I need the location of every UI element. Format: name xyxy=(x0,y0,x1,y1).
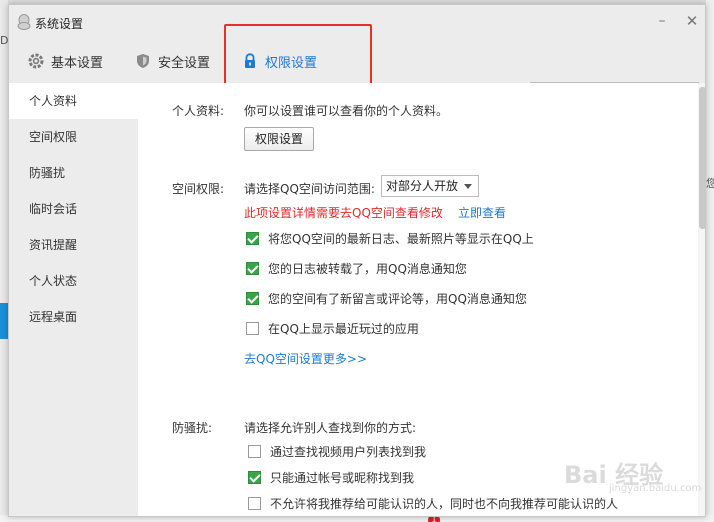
anti-harass-option-row-1[interactable]: 通过查找视频用户列表找到我 xyxy=(248,443,426,460)
shield-icon xyxy=(137,54,149,68)
space-access-prompt: 请选择QQ空间访问范围: xyxy=(244,182,375,196)
content-scrollbar-thumb[interactable] xyxy=(699,87,705,229)
content-scrollbar[interactable] xyxy=(698,83,705,516)
profile-description: 你可以设置谁可以查看你的个人资料。 xyxy=(244,104,449,118)
anti-harass-section-label: 防骚扰: xyxy=(172,421,213,435)
lock-icon xyxy=(245,53,255,68)
space-option-label-2: 您的日志被转载了，用QQ消息通知您 xyxy=(268,262,467,276)
sidebar-item-anti-harassment[interactable]: 防骚扰 xyxy=(9,155,138,191)
space-option-checkbox-3[interactable] xyxy=(246,292,259,305)
qq-penguin-icon xyxy=(17,14,31,30)
sidebar-item-space-permission[interactable]: 空间权限 xyxy=(9,119,138,155)
tab-basic-settings[interactable]: 基本设置 xyxy=(27,39,103,83)
window-title: 系统设置 xyxy=(35,17,84,31)
close-button[interactable]: ✕ xyxy=(684,13,700,29)
anti-harass-option-label-1: 通过查找视频用户列表找到我 xyxy=(270,445,427,459)
anti-harass-checkbox-3[interactable] xyxy=(248,497,261,510)
settings-tab-bar: 基本设置 安全设置 权限设置 xyxy=(9,39,705,107)
sidebar-item-personal-status[interactable]: 个人状态 xyxy=(9,263,138,299)
sidebar-item-personal-profile[interactable]: 个人资料 xyxy=(9,83,138,119)
space-warning-text: 此项设置详情需要去QQ空间查看修改 xyxy=(244,206,443,220)
space-option-row-3[interactable]: 您的空间有了新留言或评论等，用QQ消息通知您 xyxy=(246,290,527,307)
anti-harass-prompt: 请选择允许别人查找到你的方式: xyxy=(244,421,417,435)
space-access-select-value: 对部分人开放 xyxy=(386,179,459,193)
settings-sidebar: 个人资料 空间权限 防骚扰 临时会话 资讯提醒 个人状态 远程桌面 xyxy=(9,83,138,516)
space-option-row-1[interactable]: 将您QQ空间的最新日志、最新照片等显示在QQ上 xyxy=(246,230,534,247)
space-option-checkbox-1[interactable] xyxy=(246,232,259,245)
space-option-row-4[interactable]: 在QQ上显示最近玩过的应用 xyxy=(246,320,419,337)
minimize-button[interactable]: – xyxy=(654,13,670,29)
space-view-now-link[interactable]: 立即查看 xyxy=(458,204,506,221)
gear-icon xyxy=(28,53,44,69)
title-bar[interactable]: 系统设置 – ✕ xyxy=(9,5,705,39)
profile-section-label: 个人资料: xyxy=(172,104,225,118)
background-left-strip xyxy=(0,0,8,522)
chevron-down-icon xyxy=(464,184,472,189)
space-option-label-4: 在QQ上显示最近玩过的应用 xyxy=(268,322,419,336)
space-section-label: 空间权限: xyxy=(172,182,225,196)
sidebar-item-temporary-chat[interactable]: 临时会话 xyxy=(9,191,138,227)
space-option-checkbox-2[interactable] xyxy=(246,262,259,275)
anti-harass-option-label-3: 不允许将我推荐给可能认识的人，同时也不向我推荐可能认识的人 xyxy=(270,497,619,511)
background-right-text: 您 xyxy=(706,177,714,190)
settings-window: 系统设置 – ✕ 基本设置 安全设置 权限设置 搜索设置项 个人资料 空间权限 … xyxy=(8,4,706,517)
tab-permission-settings-label: 权限设置 xyxy=(265,55,318,71)
sidebar-item-news-reminder[interactable]: 资讯提醒 xyxy=(9,227,138,263)
tab-security-settings-label: 安全设置 xyxy=(158,55,211,71)
tab-security-settings[interactable]: 安全设置 xyxy=(134,39,210,83)
anti-harass-checkbox-2[interactable] xyxy=(248,471,261,484)
tab-permission-settings[interactable]: 权限设置 xyxy=(241,39,317,83)
space-option-checkbox-4[interactable] xyxy=(246,322,259,335)
settings-content-panel: 个人资料: 你可以设置谁可以查看你的个人资料。 权限设置 空间权限: 请选择QQ… xyxy=(138,83,698,516)
profile-permission-button[interactable]: 权限设置 xyxy=(244,127,315,151)
space-more-settings-link[interactable]: 去QQ空间设置更多>> xyxy=(244,350,367,367)
space-option-row-2[interactable]: 您的日志被转载了，用QQ消息通知您 xyxy=(246,260,467,277)
anti-harass-checkbox-1[interactable] xyxy=(248,445,261,458)
sidebar-item-remote-desktop[interactable]: 远程桌面 xyxy=(9,299,138,335)
space-access-select[interactable]: 对部分人开放 xyxy=(381,175,479,197)
space-option-label-3: 您的空间有了新留言或评论等，用QQ消息通知您 xyxy=(268,292,527,306)
background-right-strip xyxy=(706,0,714,522)
tab-basic-settings-label: 基本设置 xyxy=(51,55,104,71)
background-left-accent xyxy=(0,303,8,339)
anti-harass-option-row-3[interactable]: 不允许将我推荐给可能认识的人，同时也不向我推荐可能认识的人 xyxy=(248,495,618,512)
anti-harass-option-row-2[interactable]: 只能通过帐号或昵称找到我 xyxy=(248,469,414,486)
space-option-label-1: 将您QQ空间的最新日志、最新照片等显示在QQ上 xyxy=(268,232,534,246)
anti-harass-option-label-2: 只能通过帐号或昵称找到我 xyxy=(270,471,415,485)
